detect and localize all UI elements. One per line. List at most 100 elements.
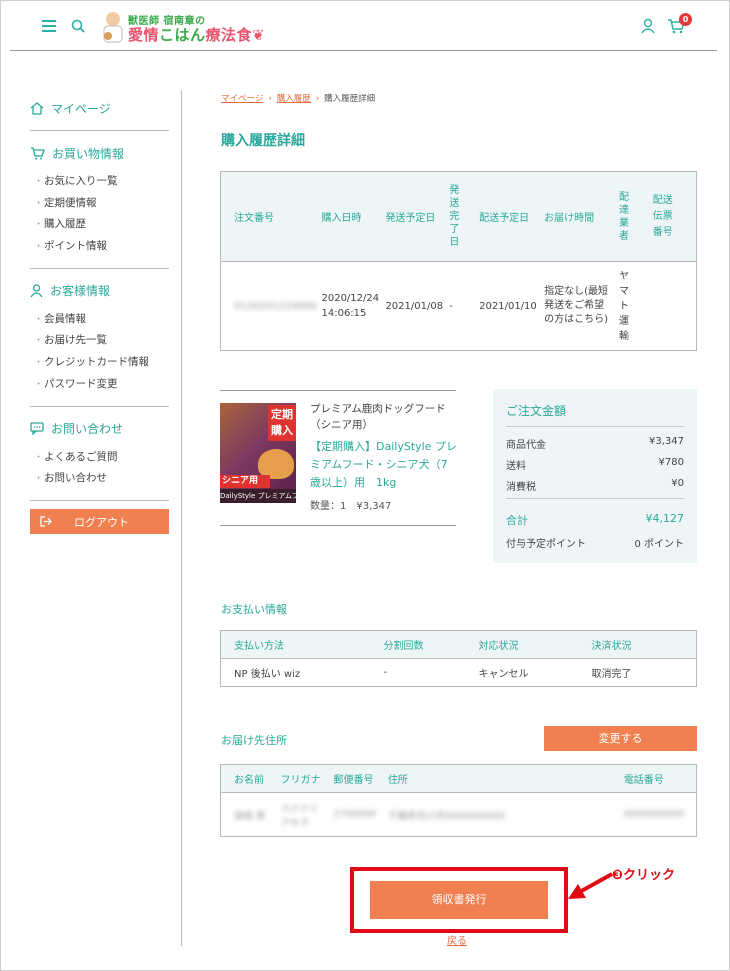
table-header-row: 注文番号 購入日時 発送予定日 発送完了日 配送予定日 お届け時間 配達業者 配… [220,171,697,262]
delivery-plan-date: 2021/01/10 [479,300,537,312]
payment-method: NP 後払い wiz [234,669,301,680]
column-header: 住所 [375,764,611,793]
tracking-number [645,262,697,351]
sidebar-divider [181,90,182,946]
recipient-name: 宿南 章 [234,810,266,822]
postal-code: 2700000 [333,809,376,820]
arrow-left-icon [568,872,613,899]
column-header: 支払い方法 [220,630,371,659]
page-title: 購入履歴詳細 [221,133,305,149]
sidebar-label: マイページ [51,101,111,116]
cart-icon [31,146,45,159]
payment-table: 支払い方法 分割回数 対応状況 決済状況 NP 後払い wiz - キャンセル … [220,630,697,687]
column-header: 注文番号 [220,171,318,262]
search-icon[interactable] [71,19,85,33]
column-header: 対応状況 [465,630,579,659]
annotation-click: ❸クリック [612,868,676,883]
address-text: 千葉県市川市0000000000 [387,810,506,822]
installments: - [383,667,388,678]
sidebar-item-mypage[interactable]: マイページ [30,96,169,120]
issue-receipt-button[interactable]: 領収書発行 [370,881,548,919]
breadcrumb-mypage[interactable]: マイページ [221,94,263,104]
handling-status: キャンセル [478,669,529,680]
user-icon[interactable] [640,18,656,34]
address-section-label: お届け先住所 [221,734,287,747]
summary-total: 合計 ¥4,127 [506,512,684,527]
sidebar-item-favorites[interactable]: お気に入り一覧 [30,171,169,193]
column-header: 発送予定日 [381,171,446,262]
summary-points: 付与予定ポイント 0 ポイント [506,539,684,550]
product-quantity: 数量：1 ¥3,347 [310,501,392,512]
logout-label: ログアウト [74,515,129,529]
sidebar-item-credit-card[interactable]: クレジットカード情報 [30,352,169,374]
recipient-kana: スクナミ アキラ [280,803,319,829]
home-icon [30,101,44,115]
sidebar-item-subscription[interactable]: 定期便情報 [30,193,169,215]
column-header: お届け時間 [540,171,615,262]
sidebar-item-addresses[interactable]: お届け先一覧 [30,330,169,352]
order-number: 0120201224000 [234,300,317,312]
ship-done-date: - [449,300,453,312]
sidebar-section-title: お問い合わせ [51,422,124,436]
sidebar-item-points[interactable]: ポイント情報 [30,236,169,258]
settlement-status: 取消完了 [591,669,632,680]
product-image[interactable]: 定期購入 シニア用 DailyStyle プレミアムフード [220,403,296,503]
sidebar-section-customer: お客様情報 [30,279,169,303]
sidebar-item-history[interactable]: 購入履歴 [30,214,169,236]
product-name: プレミアム鹿肉ドッグフード（シニア用） [310,403,446,431]
divider [220,390,456,391]
breadcrumb-history[interactable]: 購入履歴 [277,94,311,104]
menu-icon[interactable] [42,20,56,32]
table-header-row: 支払い方法 分割回数 対応状況 決済状況 [220,630,697,659]
column-header: 分割回数 [370,630,466,659]
delivery-time: 指定なし(最短発送をご希望の方はこちら) [544,286,608,325]
summary-row: 送料 ¥780 [506,457,684,472]
sidebar-section-title: お買い物情報 [52,146,125,161]
sidebar-section-title: お客様情報 [50,284,111,299]
summary-row: 消費税 ¥0 [506,478,684,493]
column-header: 電話番号 [610,764,697,793]
summary-title: ご注文金額 [506,404,567,418]
table-row: NP 後払い wiz - キャンセル 取消完了 [221,659,697,687]
sidebar-item-contact[interactable]: お問い合わせ [30,468,169,490]
logo-title: 愛情こはん療法食❦ [128,26,266,44]
ship-plan-date: 2021/01/08 [385,300,444,312]
sidebar-item-member-info[interactable]: 会員情報 [30,309,169,331]
table-row: 宿南 章 スクナミ アキラ 2700000 千葉県市川市0000000000 0… [221,793,697,837]
sidebar-item-faq[interactable]: よくあるご質問 [30,447,169,469]
table-header-row: お名前 フリガナ 郵便番号 住所 電話番号 [220,764,697,793]
back-link[interactable]: 戻る [447,932,467,947]
column-header: 購入日時 [317,171,382,262]
column-header: 配送伝票番号 [644,171,697,262]
column-header: 郵便番号 [321,764,376,793]
breadcrumb: マイページ › 購入履歴 › 購入履歴詳細 [221,94,376,104]
summary-row: 商品代金 ¥3,347 [506,436,684,451]
site-logo[interactable]: 獣医師 宿南章の 愛情こはん療法食❦ [100,10,270,44]
logout-button[interactable]: ログアウト [30,509,169,534]
change-address-button[interactable]: 変更する [544,726,697,751]
person-icon [30,284,43,298]
breadcrumb-current: 購入履歴詳細 [324,94,376,104]
carrier: ヤマト運輸 [618,270,629,342]
site-header: 獣医師 宿南章の 愛情こはん療法食❦ 0 [10,0,717,51]
sidebar-item-password[interactable]: パスワード変更 [30,374,169,396]
chat-icon [30,422,44,435]
cart-count-badge: 0 [679,13,692,26]
logout-icon [40,516,52,527]
column-header: 決済状況 [578,630,697,659]
product-description[interactable]: 【定期購入】DailyStyle プレミアムフード・シニア犬（7歳以上）用 1k… [310,438,458,492]
order-table: 注文番号 購入日時 発送予定日 発送完了日 配送予定日 お届け時間 配達業者 配… [220,171,697,351]
column-header: フリガナ [268,764,322,793]
sidebar: マイページ お買い物情報 お気に入り一覧 定期便情報 購入履歴 ポイント情報 お… [30,96,169,511]
column-header: お名前 [220,764,269,793]
purchase-datetime: 2020/12/24 14:06:15 [321,293,380,319]
payment-section-label: お支払い情報 [221,603,287,616]
column-header: 配送予定日 [475,171,541,262]
sidebar-section-contact: お問い合わせ [30,417,169,441]
phone-number: 0000000000 [623,809,685,820]
address-table: お名前 フリガナ 郵便番号 住所 電話番号 宿南 章 スクナミ アキラ 2700… [220,764,697,837]
divider [220,525,456,526]
table-row: 0120201224000 2020/12/24 14:06:15 2021/01… [221,262,697,351]
column-header: 発送完了日 [445,171,476,262]
sidebar-section-shopping: お買い物情報 [30,141,169,165]
